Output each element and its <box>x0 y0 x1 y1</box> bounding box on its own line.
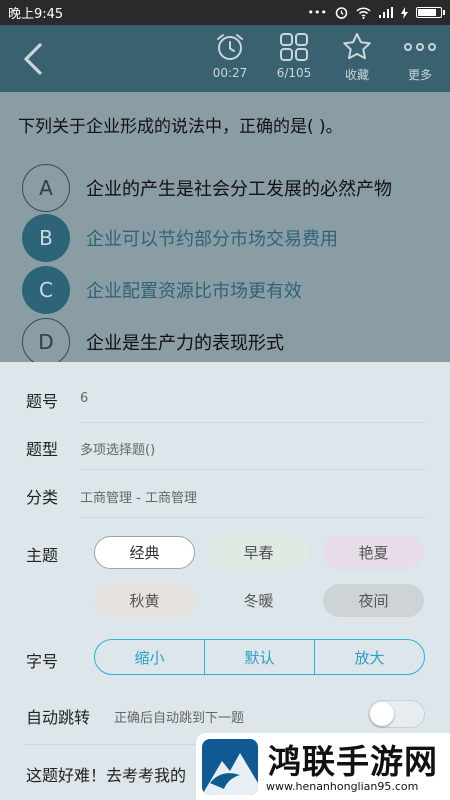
more-label: 更多 <box>407 68 432 82</box>
font-size-label: 字号 <box>26 652 59 671</box>
type-value: 多项选择题() <box>80 443 156 458</box>
timer-label: 00:27 <box>212 66 248 80</box>
charging-icon <box>401 6 408 19</box>
option-a[interactable]: A 企业的产生是社会分工发展的必然产物 <box>22 164 442 212</box>
theme-early-spring[interactable]: 早春 <box>208 536 309 569</box>
font-size-control: 缩小 默认 放大 <box>94 639 425 675</box>
option-text: 企业配置资源比市场更有效 <box>86 281 302 302</box>
timer-button[interactable]: 00:27 <box>200 31 260 80</box>
status-icons: ••• <box>307 6 445 19</box>
option-letter: A <box>22 164 70 212</box>
divider <box>80 469 426 470</box>
status-time: 晚上9:45 <box>8 7 64 22</box>
font-enlarge-button[interactable]: 放大 <box>314 640 424 674</box>
question-grid-button[interactable]: 6/105 <box>264 31 324 80</box>
progress-label: 6/105 <box>276 66 312 80</box>
more-button[interactable]: 更多 <box>390 31 450 83</box>
auto-jump-toggle[interactable] <box>368 700 425 728</box>
option-letter: B <box>22 214 70 262</box>
type-label: 题型 <box>26 440 59 459</box>
auto-jump-description: 正确后自动跳到下一题 <box>114 711 245 726</box>
option-text: 企业是生产力的表现形式 <box>86 333 284 354</box>
wifi-icon <box>356 6 371 19</box>
more-dots-icon: ••• <box>307 6 327 19</box>
number-value: 6 <box>80 391 89 406</box>
site-logo <box>202 739 258 795</box>
auto-jump-label: 自动跳转 <box>26 708 91 727</box>
signal-icon <box>379 7 393 18</box>
more-icon <box>404 43 436 51</box>
favorite-label: 收藏 <box>344 68 369 82</box>
status-bar: 晚上9:45 ••• <box>0 0 450 25</box>
alarm-icon <box>335 7 348 19</box>
battery-icon <box>416 7 445 18</box>
back-arrow-icon[interactable] <box>18 41 48 77</box>
theme-summer[interactable]: 艳夏 <box>323 536 424 569</box>
font-shrink-button[interactable]: 缩小 <box>95 640 204 674</box>
option-text: 企业的产生是社会分工发展的必然产物 <box>86 179 392 200</box>
option-letter: C <box>22 266 70 314</box>
option-d[interactable]: D 企业是生产力的表现形式 <box>22 318 442 366</box>
challenge-friends-link[interactable]: 这题好难！去考考我的 <box>26 762 186 786</box>
site-url: www.henanhonglian95.com <box>266 780 419 793</box>
favorite-button[interactable]: 收藏 <box>327 31 387 83</box>
star-icon <box>343 33 371 60</box>
site-title: 鸿联手游网 <box>268 742 438 781</box>
theme-autumn[interactable]: 秋黄 <box>94 584 195 617</box>
theme-classic[interactable]: 经典 <box>94 536 195 569</box>
theme-label: 主题 <box>26 546 59 565</box>
number-label: 题号 <box>26 392 59 411</box>
toggle-knob <box>370 702 394 726</box>
option-text: 企业可以节约部分市场交易费用 <box>86 229 338 250</box>
top-toolbar: 00:27 6/105 收藏 更多 <box>0 25 450 92</box>
grid-icon <box>280 33 308 61</box>
option-letter: D <box>22 318 70 366</box>
category-value: 工商管理 - 工商管理 <box>80 491 197 506</box>
question-area: 下列关于企业形成的说法中，正确的是( )。 A 企业的产生是社会分工发展的必然产… <box>0 92 450 366</box>
question-stem: 下列关于企业形成的说法中，正确的是( )。 <box>18 117 343 137</box>
category-label: 分类 <box>26 488 59 507</box>
divider <box>80 517 426 518</box>
watermark-banner: 鸿联手游网 www.henanhonglian95.com <box>196 733 450 800</box>
alarm-clock-icon <box>217 34 243 60</box>
divider <box>80 422 426 423</box>
theme-night[interactable]: 夜间 <box>323 584 424 617</box>
font-default-button[interactable]: 默认 <box>204 640 314 674</box>
option-b[interactable]: B 企业可以节约部分市场交易费用 <box>22 214 442 262</box>
theme-winter[interactable]: 冬暖 <box>208 584 309 617</box>
option-c[interactable]: C 企业配置资源比市场更有效 <box>22 266 442 314</box>
